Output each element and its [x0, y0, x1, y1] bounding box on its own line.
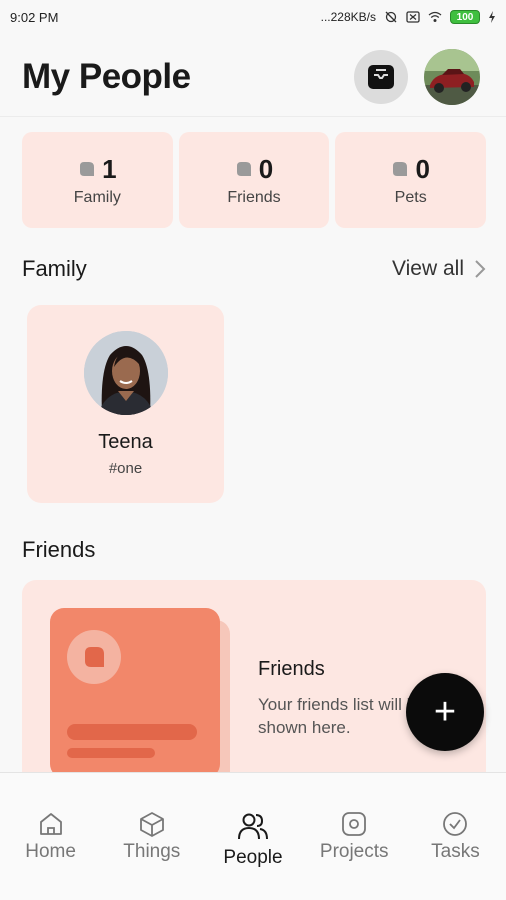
nav-home[interactable]: Home	[0, 773, 101, 900]
view-all-label: View all	[392, 257, 464, 280]
check-circle-icon	[443, 812, 468, 836]
nav-home-label: Home	[25, 841, 76, 862]
wifi-icon	[428, 11, 442, 22]
plus-icon: +	[433, 690, 457, 733]
member-name: Teena	[98, 431, 153, 453]
member-tag: #one	[108, 460, 143, 477]
pets-count-label: Pets	[394, 188, 427, 206]
friends-section-header: Friends	[22, 537, 486, 563]
family-member-card[interactable]: Teena #one	[27, 305, 224, 503]
tag-icon	[85, 647, 104, 667]
alarm-off-icon	[385, 11, 397, 23]
person-photo-icon	[83, 331, 168, 415]
page-title: My People	[22, 57, 191, 96]
nav-things[interactable]: Things	[101, 773, 202, 900]
family-count-label: Family	[73, 188, 121, 206]
tag-icon	[80, 162, 95, 176]
tag-icon	[236, 162, 251, 176]
sim-off-icon	[406, 11, 420, 23]
status-bar: 9:02 PM ...228KB/s 100	[0, 0, 506, 34]
tag-icon	[393, 162, 408, 176]
header-actions	[354, 49, 480, 105]
add-button[interactable]: +	[406, 673, 484, 751]
pets-count-card[interactable]: 0 Pets	[335, 132, 487, 228]
friends-count-label: Friends	[227, 188, 281, 206]
people-icon	[238, 813, 268, 840]
view-all-link[interactable]: View all	[392, 257, 486, 281]
illustration-line	[67, 748, 155, 758]
inbox-icon	[368, 65, 394, 89]
nav-projects[interactable]: Projects	[304, 773, 405, 900]
chevron-right-icon	[475, 260, 486, 278]
nav-things-label: Things	[123, 841, 181, 862]
car-photo-icon	[424, 49, 480, 105]
family-count-value: 1	[102, 153, 117, 184]
nav-projects-label: Projects	[319, 841, 389, 862]
nav-people-label: People	[223, 847, 283, 868]
bottom-nav: Home Things People Projects Tasks	[0, 772, 506, 900]
nav-tasks-label: Tasks	[431, 841, 480, 862]
friends-section-title: Friends	[22, 537, 96, 562]
app-header: My People	[22, 48, 480, 106]
family-section-title: Family	[22, 256, 87, 281]
cube-icon	[139, 812, 164, 837]
home-icon	[39, 813, 62, 835]
inbox-button[interactable]	[354, 50, 408, 104]
charging-icon	[489, 11, 495, 23]
nav-tasks[interactable]: Tasks	[405, 773, 506, 900]
friends-count-value: 0	[258, 153, 274, 184]
pets-count-value: 0	[415, 153, 430, 184]
network-speed: ...228KB/s	[320, 10, 376, 24]
profile-avatar[interactable]	[424, 49, 480, 105]
battery-indicator: 100	[450, 10, 480, 24]
status-icons: ...228KB/s 100	[321, 10, 496, 24]
friends-count-card[interactable]: 0 Friends	[178, 132, 330, 228]
nav-people[interactable]: People	[202, 773, 303, 900]
family-count-card[interactable]: 1 Family	[22, 132, 173, 228]
illustration-line	[67, 724, 197, 740]
friends-empty-title: Friends	[258, 658, 325, 680]
summary-counts: 1 Family 0 Friends 0 Pets	[22, 132, 487, 228]
illustration-card	[50, 608, 220, 778]
status-time: 9:02 PM	[10, 9, 59, 25]
family-section-header: Family View all	[22, 256, 486, 282]
member-photo	[83, 331, 168, 415]
projects-icon	[342, 812, 367, 836]
header-divider	[0, 116, 506, 117]
illustration-avatar	[67, 630, 121, 684]
